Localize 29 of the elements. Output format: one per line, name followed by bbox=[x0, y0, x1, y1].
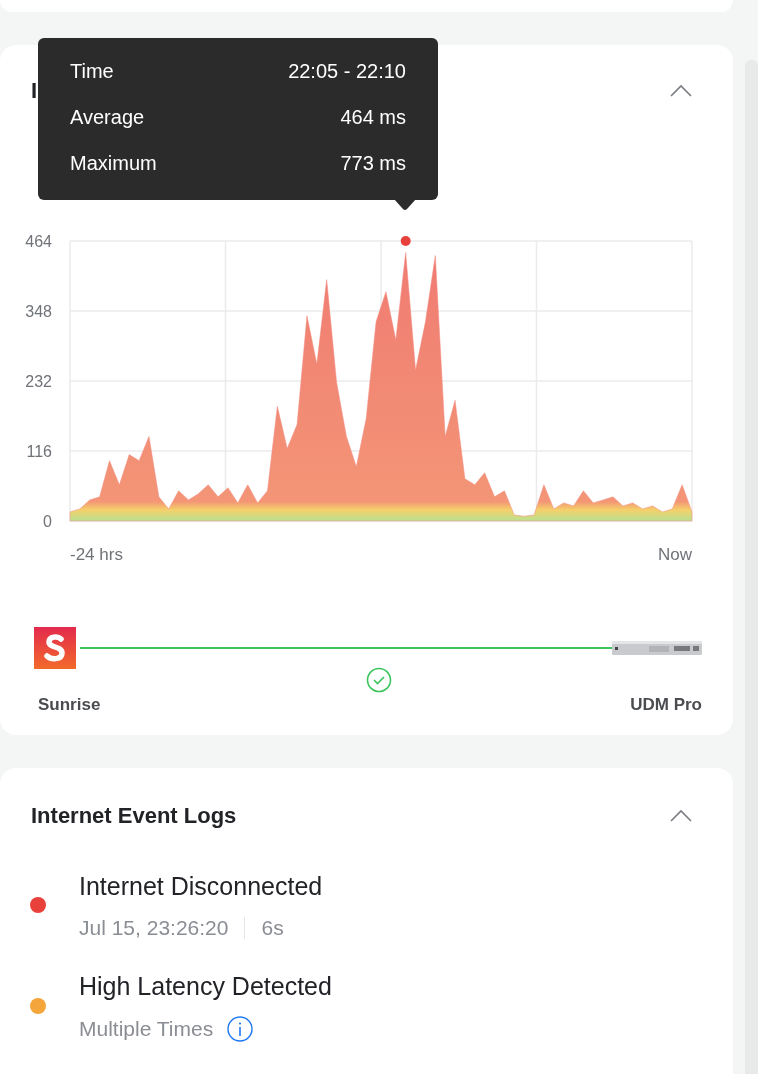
event-duration: 6s bbox=[261, 916, 284, 940]
event-title: Internet Disconnected bbox=[79, 871, 323, 902]
axis-label: 0 bbox=[43, 513, 52, 530]
check-icon bbox=[366, 667, 392, 693]
router-device-icon bbox=[612, 641, 702, 655]
axis-label: 232 bbox=[25, 373, 52, 390]
chevron-icon[interactable] bbox=[669, 809, 693, 823]
provider-logo-icon bbox=[34, 627, 76, 669]
axis-label: 348 bbox=[25, 303, 52, 320]
event-time: Jul 15, 23:26:20 bbox=[79, 916, 229, 940]
tooltip-value: 464 ms bbox=[340, 105, 406, 130]
axis-label: 464 bbox=[25, 233, 52, 250]
provider-name: Sunrise bbox=[38, 695, 101, 715]
tooltip-label: Average bbox=[70, 105, 145, 130]
event-detail: Multiple Times bbox=[79, 1017, 214, 1041]
event-title: High Latency Detected bbox=[79, 971, 332, 1002]
axis-label: -24 hrs bbox=[70, 545, 123, 564]
tooltip-value: 773 ms bbox=[340, 151, 406, 176]
card-title: Internet Event Logs bbox=[31, 803, 237, 829]
tooltip-label: Maximum bbox=[70, 151, 157, 176]
axis-label: Now bbox=[658, 545, 692, 564]
tooltip-label: Time bbox=[70, 59, 114, 84]
tooltip-value: 22:05 - 22:10 bbox=[288, 59, 406, 84]
info-icon[interactable] bbox=[227, 1016, 254, 1042]
highlight-dot bbox=[400, 236, 411, 246]
card-title: I bbox=[31, 78, 38, 104]
axis-label: 116 bbox=[26, 443, 52, 460]
chevron-icon[interactable] bbox=[669, 84, 693, 98]
device-name: UDM Pro bbox=[630, 695, 702, 715]
